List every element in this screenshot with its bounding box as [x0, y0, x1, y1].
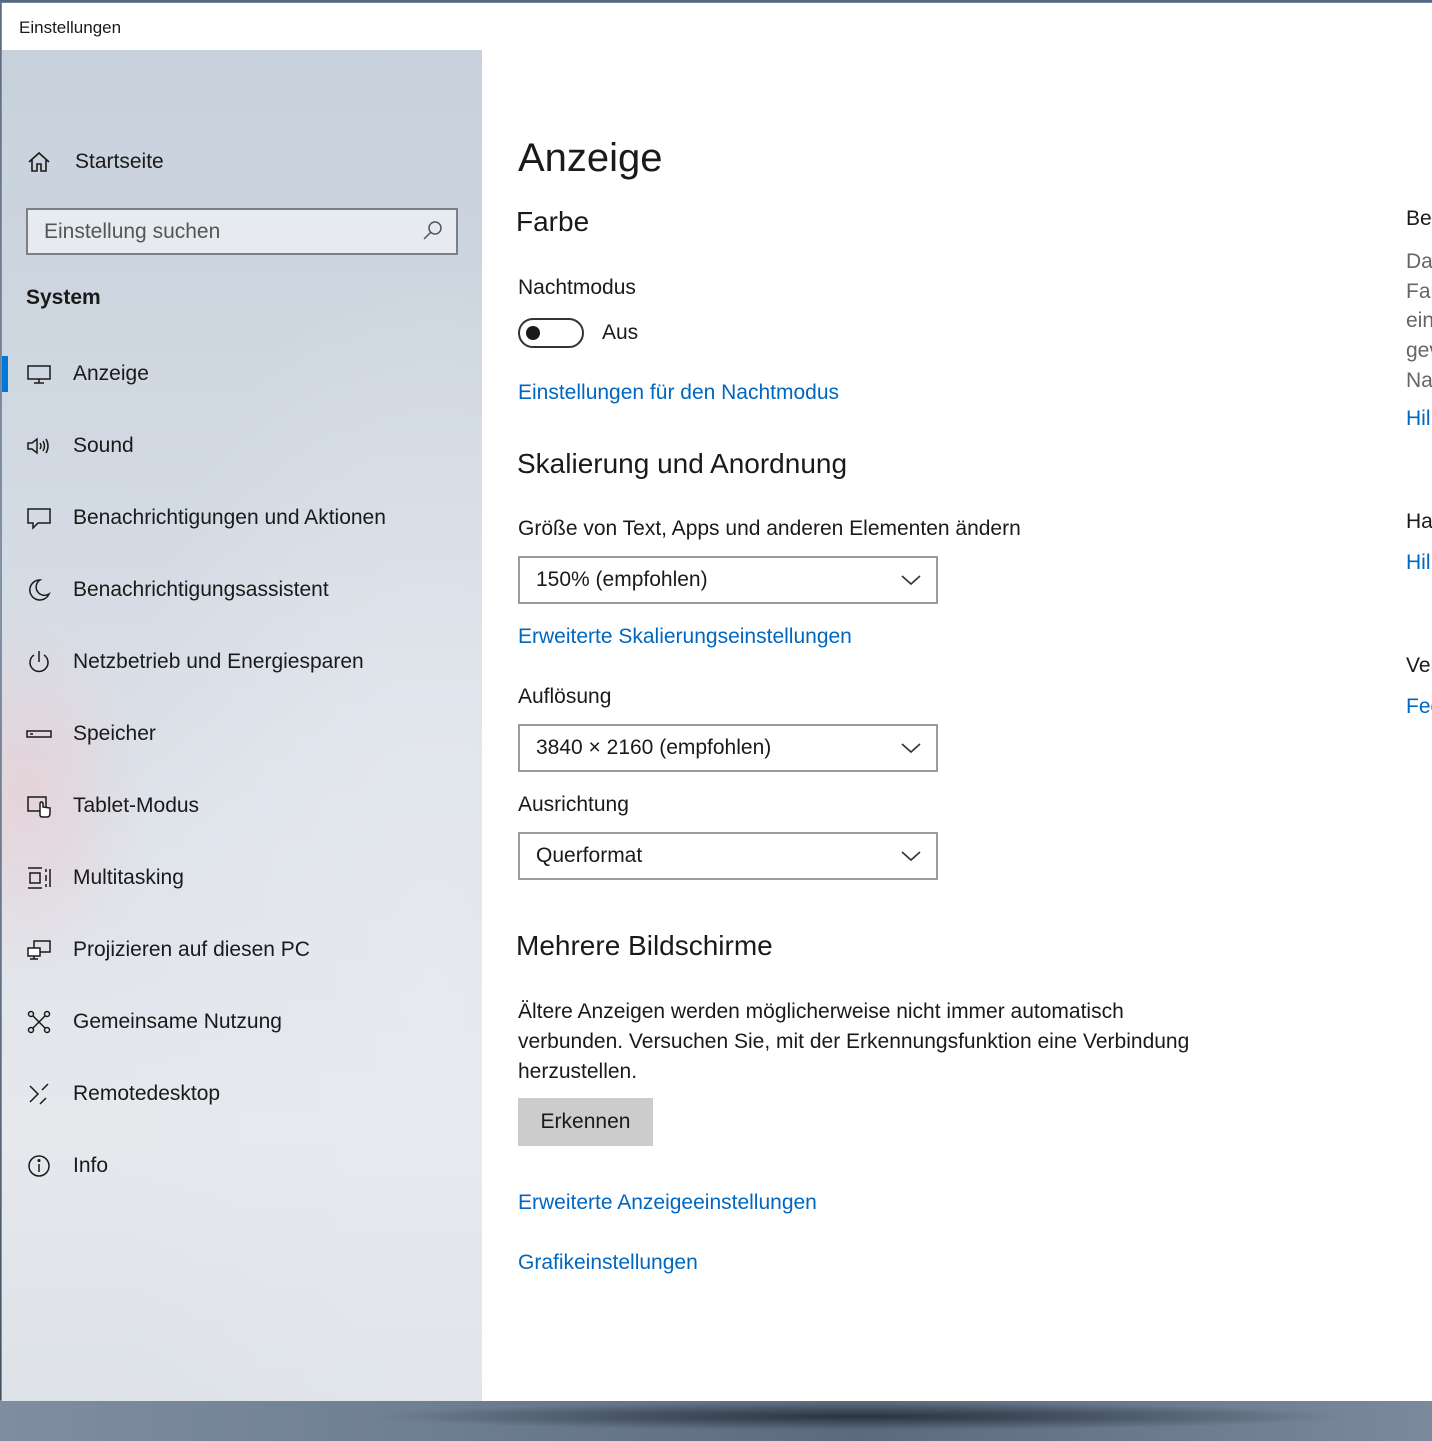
desktop-background — [0, 1400, 1432, 1441]
info-icon — [26, 1153, 52, 1179]
project-icon — [26, 937, 52, 963]
section-title: System — [26, 286, 101, 309]
orientation-value: Querformat — [536, 844, 643, 867]
resolution-dropdown[interactable]: 3840 × 2160 (empfohlen) — [518, 724, 938, 772]
scale-heading: Skalierung und Anordnung — [517, 448, 848, 479]
sidebar-item-anzeige[interactable]: Anzeige — [2, 338, 482, 410]
sidebar-item-label: Multitasking — [73, 866, 184, 889]
detect-button[interactable]: Erkennen — [518, 1098, 653, 1146]
tablet-icon — [26, 793, 52, 819]
night-mode-label: Nachtmodus — [518, 276, 636, 299]
improve-heading: Ver — [1406, 654, 1432, 677]
sidebar-item-tablet[interactable]: Tablet-Modus — [2, 770, 482, 842]
graphics-settings-link[interactable]: Grafikeinstellungen — [518, 1251, 698, 1275]
sidebar-item-label: Sound — [73, 434, 134, 457]
multitasking-icon — [26, 865, 52, 891]
related-text-line: Da — [1406, 250, 1432, 273]
sidebar-item-multitasking[interactable]: Multitasking — [2, 842, 482, 914]
sidebar-item-label: Benachrichtigungen und Aktionen — [73, 506, 386, 529]
sidebar-item-speicher[interactable]: Speicher — [2, 698, 482, 770]
sidebar-item-label: Tablet-Modus — [73, 794, 200, 817]
toggle-state-label: Aus — [602, 321, 639, 344]
nav-list: Anzeige Sound Benachrichtigungen und Akt… — [2, 338, 482, 1202]
sidebar: Startseite System Anzeige Sound — [2, 50, 482, 1401]
title-bar[interactable]: Einstellungen — [2, 3, 1432, 50]
sidebar-item-gemeinsame-nutzung[interactable]: Gemeinsame Nutzung — [2, 986, 482, 1058]
sidebar-item-sound[interactable]: Sound — [2, 410, 482, 482]
resolution-value: 3840 × 2160 (empfohlen) — [536, 736, 772, 759]
related-settings-panel: Bes Da Far ein gev Na Hil Ha Hil Ver Fee — [1406, 50, 1432, 1401]
help-link[interactable]: Hil — [1406, 407, 1431, 431]
orientation-label: Ausrichtung — [518, 793, 629, 816]
home-icon — [26, 149, 52, 175]
share-icon — [26, 1009, 52, 1035]
search-box[interactable] — [26, 208, 458, 255]
home-label: Startseite — [75, 150, 164, 173]
help-link-2[interactable]: Hil — [1406, 551, 1431, 575]
sidebar-item-projizieren[interactable]: Projizieren auf diesen PC — [2, 914, 482, 986]
power-icon — [26, 649, 52, 675]
sidebar-item-label: Speicher — [73, 722, 156, 745]
storage-icon — [26, 721, 52, 747]
page-title: Anzeige — [518, 136, 663, 180]
scale-value: 150% (empfohlen) — [536, 568, 708, 591]
questions-heading: Ha — [1406, 510, 1432, 533]
advanced-display-link[interactable]: Erweiterte Anzeigeeinstellungen — [518, 1191, 817, 1215]
related-text-line: ein — [1406, 309, 1432, 332]
related-text-line: Far — [1406, 280, 1432, 303]
orientation-dropdown[interactable]: Querformat — [518, 832, 938, 880]
home-nav-item[interactable]: Startseite — [26, 144, 164, 180]
sidebar-item-label: Gemeinsame Nutzung — [73, 1010, 282, 1033]
resolution-label: Auflösung — [518, 685, 612, 708]
related-text-line: Na — [1406, 369, 1432, 392]
chevron-down-icon — [901, 851, 921, 862]
color-heading: Farbe — [516, 206, 590, 237]
sidebar-item-remotedesktop[interactable]: Remotedesktop — [2, 1058, 482, 1130]
sidebar-item-assistent[interactable]: Benachrichtigungsassistent — [2, 554, 482, 626]
search-input[interactable] — [28, 210, 414, 253]
sidebar-item-label: Anzeige — [73, 362, 149, 385]
sidebar-item-label: Netzbetrieb und Energiesparen — [73, 650, 364, 673]
moon-icon — [26, 577, 52, 603]
chevron-down-icon — [901, 575, 921, 586]
night-mode-settings-link[interactable]: Einstellungen für den Nachtmodus — [518, 381, 839, 405]
toggle-knob — [526, 326, 540, 340]
night-mode-toggle[interactable] — [518, 318, 584, 348]
main-content: Anzeige Farbe Nachtmodus Aus Einstellung… — [482, 50, 1432, 1401]
monitor-icon — [26, 361, 52, 387]
message-icon — [26, 505, 52, 531]
feedback-link[interactable]: Fee — [1406, 695, 1432, 719]
advanced-scaling-link[interactable]: Erweiterte Skalierungseinstellungen — [518, 625, 852, 649]
related-text-line: gev — [1406, 339, 1432, 362]
sidebar-item-netzbetrieb[interactable]: Netzbetrieb und Energiesparen — [2, 626, 482, 698]
sidebar-item-label: Remotedesktop — [73, 1082, 221, 1105]
sidebar-item-label: Info — [73, 1154, 109, 1177]
size-label: Größe von Text, Apps und anderen Element… — [518, 517, 1021, 540]
window-title: Einstellungen — [19, 18, 122, 37]
search-icon[interactable] — [420, 218, 446, 244]
scale-dropdown[interactable]: 150% (empfohlen) — [518, 556, 938, 604]
settings-window: Einstellungen Startseite System Anzeige — [1, 2, 1432, 1401]
remote-desktop-icon — [26, 1081, 52, 1107]
speaker-icon — [26, 433, 52, 459]
sidebar-item-label: Benachrichtigungsassistent — [73, 578, 329, 601]
multi-monitor-description: Ältere Anzeigen werden möglicherweise ni… — [518, 1000, 1190, 1083]
sidebar-item-info[interactable]: Info — [2, 1130, 482, 1202]
chevron-down-icon — [901, 743, 921, 754]
sidebar-item-label: Projizieren auf diesen PC — [73, 938, 310, 961]
related-heading: Bes — [1406, 207, 1432, 230]
multi-monitor-heading: Mehrere Bildschirme — [516, 930, 773, 961]
sidebar-item-benachrichtigungen[interactable]: Benachrichtigungen und Aktionen — [2, 482, 482, 554]
